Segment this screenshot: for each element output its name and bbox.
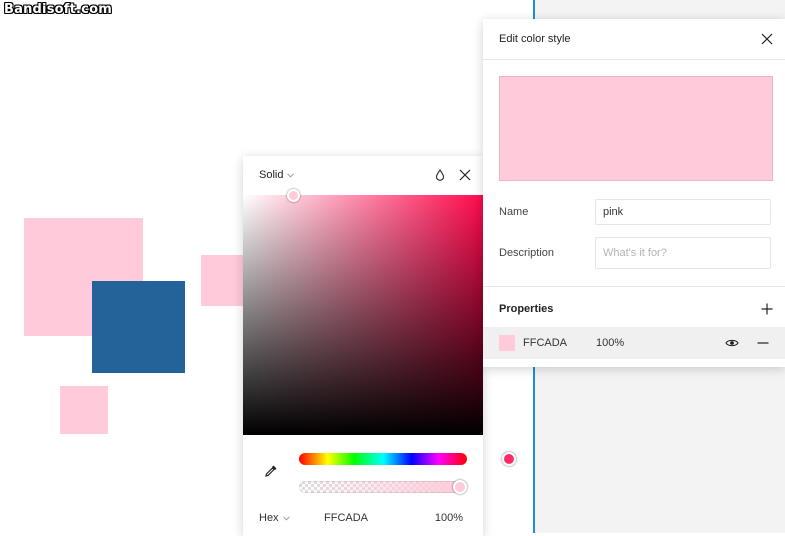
minus-icon[interactable]	[757, 337, 769, 349]
hex-value-input[interactable]: FFCADA	[324, 512, 434, 524]
description-label: Description	[499, 247, 555, 259]
saturation-brightness-handle[interactable]	[287, 189, 300, 202]
pink-square-medium[interactable]	[201, 255, 249, 306]
fill-hex-value[interactable]: FFCADA	[523, 337, 596, 349]
eye-icon[interactable]	[725, 338, 739, 348]
color-picker-popover: Solid Hex FFCADA 100%	[243, 156, 516, 536]
fill-opacity-value[interactable]: 100%	[596, 337, 656, 349]
color-format-dropdown[interactable]: Hex	[259, 512, 324, 524]
saturation-brightness-area[interactable]	[243, 189, 483, 435]
alpha-slider[interactable]	[299, 480, 467, 494]
pink-square-small[interactable]	[60, 386, 108, 434]
panel-header: Edit color style	[483, 19, 785, 60]
name-input[interactable]	[595, 199, 771, 225]
color-preview-swatch[interactable]	[499, 76, 773, 181]
picker-header: Solid	[243, 156, 483, 194]
edit-color-style-panel: Edit color style Name Description Proper…	[483, 19, 785, 367]
color-format-label: Hex	[259, 512, 279, 524]
blue-square[interactable]	[92, 281, 185, 373]
description-input[interactable]	[595, 237, 771, 269]
properties-label: Properties	[499, 303, 554, 315]
chevron-down-icon	[282, 515, 290, 521]
color-value-row: Hex FFCADA 100%	[259, 512, 463, 524]
hue-slider[interactable]	[299, 452, 516, 466]
description-field-row: Description	[499, 237, 771, 269]
close-icon[interactable]	[761, 33, 773, 45]
chevron-down-icon	[287, 172, 295, 178]
fill-mode-dropdown[interactable]: Solid	[259, 169, 295, 181]
eyedropper-icon[interactable]	[263, 463, 279, 479]
panel-title: Edit color style	[499, 33, 571, 45]
properties-header: Properties	[499, 303, 773, 315]
name-field-row: Name	[499, 199, 771, 225]
panel-divider	[483, 286, 785, 287]
plus-icon[interactable]	[761, 303, 773, 315]
fill-color-swatch[interactable]	[499, 335, 515, 351]
opacity-drop-icon[interactable]	[435, 169, 445, 181]
name-label: Name	[499, 206, 529, 218]
opacity-value-input[interactable]: 100%	[435, 512, 463, 524]
close-icon[interactable]	[459, 169, 471, 181]
fill-mode-label: Solid	[259, 169, 284, 181]
bandisoft-watermark: Bandisoft.com	[4, 2, 112, 17]
alpha-slider-handle[interactable]	[453, 480, 467, 494]
hue-slider-handle[interactable]	[502, 452, 516, 466]
fill-property-row[interactable]: FFCADA 100%	[483, 327, 785, 359]
